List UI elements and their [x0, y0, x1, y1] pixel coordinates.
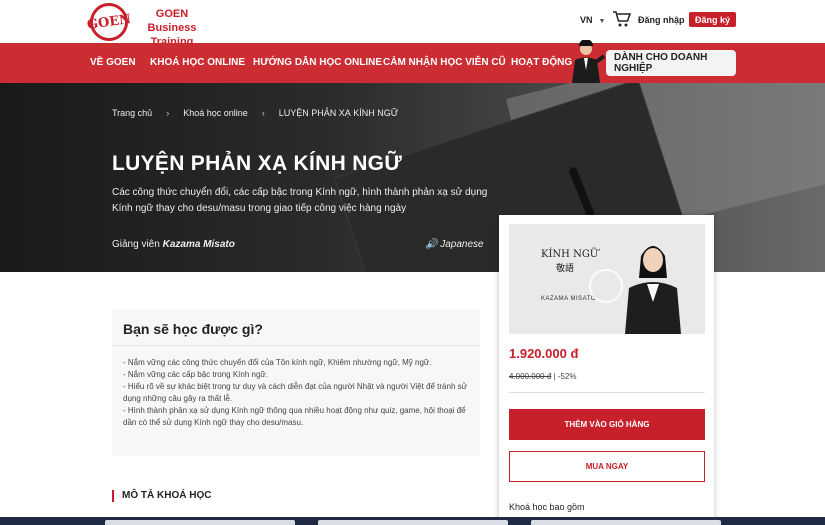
course-language: 🔊 Japanese	[425, 239, 484, 250]
business-button[interactable]: DÀNH CHO DOANH NGHIỆP	[606, 50, 736, 76]
learning-outcomes-heading: Bạn sẽ học được gì?	[123, 321, 263, 337]
list-item: - Hiểu rõ về sự khác biệt trong tư duy v…	[123, 382, 467, 403]
divider	[112, 345, 480, 346]
purchase-card: KÍNH NGỮ 敬語 KAZAMA MISATO 1.920.000 đ 4.…	[499, 215, 714, 525]
bottom-tab	[531, 520, 721, 525]
play-icon[interactable]	[589, 269, 623, 303]
bottom-tab	[318, 520, 508, 525]
course-description-heading: MÔ TẢ KHOÁ HỌC	[112, 490, 211, 502]
chevron-down-icon: ▼	[598, 18, 606, 25]
nav-item-online-guide[interactable]: HƯỚNG DẪN HỌC ONLINE	[253, 57, 382, 68]
learning-outcomes-list: - Nắm vững các công thức chuyển đổi của …	[123, 357, 473, 429]
original-price: 4.000.000 đ	[509, 372, 552, 381]
language-selector[interactable]: VN ▼	[580, 15, 605, 25]
bottom-tab	[105, 520, 295, 525]
page-title: LUYỆN PHẢN XẠ KÍNH NGỮ	[112, 152, 403, 175]
lecturer-photo	[625, 246, 681, 334]
goen-logo[interactable]: GOEN	[86, 0, 132, 44]
bottom-bar	[0, 517, 825, 525]
language-label: VN	[580, 15, 593, 25]
current-price: 1.920.000 đ	[509, 346, 579, 361]
breadcrumb-home[interactable]: Trang chủ	[112, 108, 152, 118]
top-header: GOEN GOEN Business Training VN ▼ Đăng nhậ…	[0, 0, 825, 48]
course-description: Các công thức chuyển đổi, các cấp bậc tr…	[112, 187, 488, 214]
lecturer-info: Giảng viên Kazama Misato	[112, 239, 235, 250]
list-item: - Hình thành phản xạ sử dụng Kính ngữ th…	[123, 406, 466, 427]
breadcrumb-online-courses[interactable]: Khoá học online	[183, 108, 248, 118]
course-video-thumbnail[interactable]: KÍNH NGỮ 敬語 KAZAMA MISATO	[509, 224, 705, 334]
speaker-icon: 🔊	[425, 239, 438, 250]
nav-item-testimonials[interactable]: CẢM NHẬN HỌC VIÊN CŨ	[383, 57, 506, 68]
course-language-label: Japanese	[440, 239, 484, 250]
discount-badge: | -52%	[553, 372, 577, 381]
lecturer-label: Giảng viên	[112, 239, 160, 250]
login-link[interactable]: Đăng nhập	[638, 15, 685, 25]
thumbnail-title: KÍNH NGỮ	[541, 249, 599, 260]
thumbnail-kanji: 敬語	[556, 263, 575, 273]
nav-item-activities[interactable]: HOẠT ĐỘNG	[511, 57, 572, 68]
breadcrumb-separator-icon: ›	[166, 108, 170, 118]
cart-icon[interactable]	[612, 10, 632, 28]
old-price: 4.000.000 đ | -52%	[509, 372, 576, 381]
course-includes-heading: Khoá học bao gồm	[509, 502, 585, 512]
list-item: - Nắm vững các công thức chuyển đổi của …	[123, 358, 432, 367]
list-item: - Nắm vững các cấp bậc trong Kính ngữ.	[123, 370, 269, 379]
breadcrumb-separator-icon: ›	[261, 108, 265, 118]
lecturer-name: Kazama Misato	[162, 239, 235, 250]
nav-item-about[interactable]: VỀ GOEN	[90, 57, 136, 68]
breadcrumb: Trang chủ › Khoá học online › LUYỆN PHẢN XẠ …	[112, 108, 412, 118]
learning-outcomes: Bạn sẽ học được gì? - Nắm vững các công …	[112, 309, 480, 456]
divider	[509, 392, 705, 393]
thumbnail-lecturer: KAZAMA MISATO	[541, 296, 596, 302]
buy-now-button[interactable]: MUA NGAY	[509, 451, 705, 482]
business-presenter-image	[572, 40, 606, 83]
nav-item-online-courses[interactable]: KHOÁ HỌC ONLINE	[150, 57, 245, 68]
register-button[interactable]: Đăng ký	[689, 12, 736, 27]
breadcrumb-current: LUYỆN PHẢN XẠ KÍNH NGỮ	[278, 108, 399, 118]
add-to-cart-button[interactable]: THÊM VÀO GIỎ HÀNG	[509, 409, 705, 440]
